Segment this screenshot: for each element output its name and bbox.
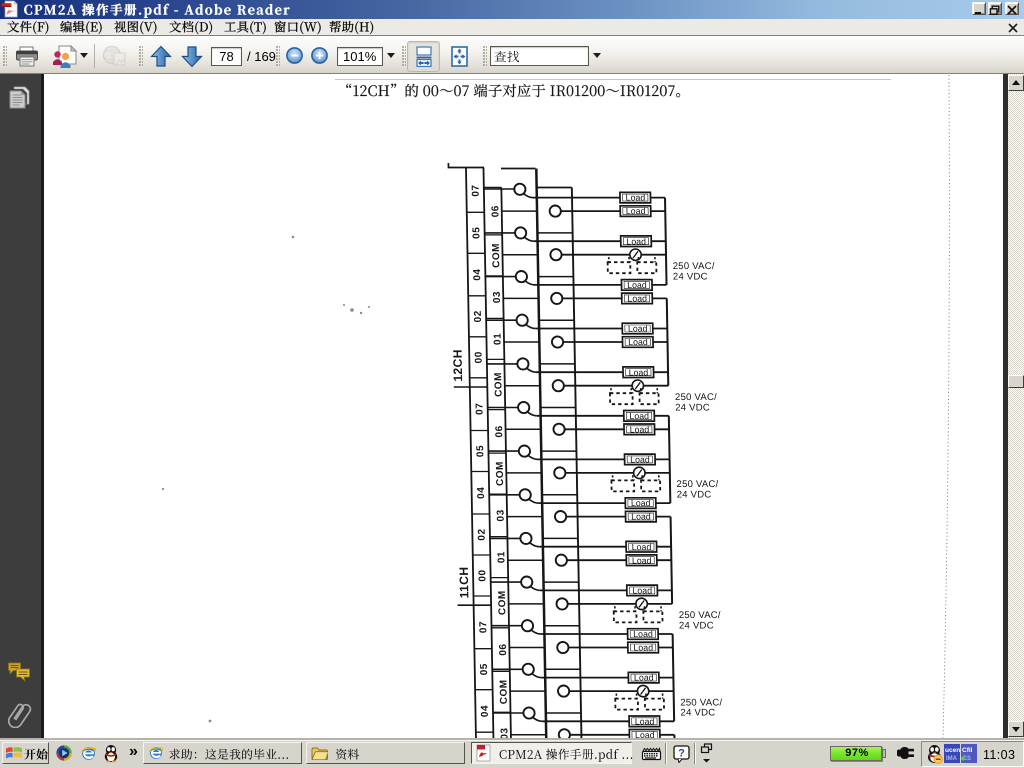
svg-text:06: 06 — [498, 644, 509, 656]
svg-text:00: 00 — [473, 351, 484, 363]
svg-text:Load: Load — [626, 193, 646, 203]
svg-text:07: 07 — [478, 621, 489, 633]
svg-text:06: 06 — [494, 425, 505, 437]
svg-text:Load: Load — [630, 424, 650, 434]
svg-text:04: 04 — [472, 269, 483, 281]
svg-text:COM: COM — [493, 372, 504, 397]
svg-text:Load: Load — [632, 586, 652, 596]
svg-text:Load: Load — [635, 716, 655, 726]
svg-text:02: 02 — [477, 528, 488, 540]
svg-text:Load: Load — [631, 512, 651, 522]
svg-text:Load: Load — [632, 555, 652, 565]
svg-text:07: 07 — [474, 403, 485, 415]
svg-text:24 VDC: 24 VDC — [673, 271, 708, 282]
svg-text:COM: COM — [497, 590, 508, 615]
svg-text:12CH: 12CH — [451, 349, 466, 381]
svg-text:24 VDC: 24 VDC — [680, 708, 715, 719]
svg-text:Load: Load — [630, 455, 650, 465]
svg-text:Load: Load — [626, 206, 646, 216]
svg-text:Load: Load — [632, 542, 652, 552]
svg-text:Load: Load — [634, 673, 654, 683]
svg-text:04: 04 — [480, 705, 491, 717]
svg-text:24 VDC: 24 VDC — [675, 402, 710, 413]
svg-text:Load: Load — [631, 498, 651, 508]
svg-text:COM: COM — [495, 461, 506, 486]
svg-text:03: 03 — [496, 509, 507, 521]
svg-text:Load: Load — [628, 324, 648, 334]
svg-text:05: 05 — [471, 227, 482, 239]
svg-text:Load: Load — [627, 294, 647, 304]
svg-text:250 VAC/: 250 VAC/ — [675, 392, 717, 403]
svg-text:IMA: IMA — [946, 756, 958, 762]
svg-text:02: 02 — [473, 310, 484, 322]
svg-text:250 VAC/: 250 VAC/ — [673, 261, 715, 272]
svg-text:COM: COM — [499, 679, 510, 704]
svg-text:00: 00 — [477, 569, 488, 581]
svg-text:Load: Load — [633, 643, 653, 653]
svg-text:11CH: 11CH — [457, 567, 472, 599]
svg-text:Load: Load — [635, 730, 655, 738]
svg-text:250 VAC/: 250 VAC/ — [676, 479, 718, 490]
svg-text:Load: Load — [626, 236, 646, 246]
svg-text:Cfil: Cfil — [962, 747, 973, 754]
svg-text:07: 07 — [471, 185, 482, 197]
svg-text:250 VAC/: 250 VAC/ — [679, 610, 721, 621]
svg-text:250 VAC/: 250 VAC/ — [680, 697, 722, 708]
svg-text:?: ? — [678, 748, 685, 760]
svg-text:Load: Load — [628, 337, 648, 347]
svg-text:ucen: ucen — [945, 747, 960, 754]
svg-text:01: 01 — [496, 551, 507, 563]
svg-text:24 VDC: 24 VDC — [677, 490, 712, 501]
svg-text:04: 04 — [476, 487, 487, 499]
svg-text:Load: Load — [629, 367, 649, 377]
svg-text:05: 05 — [479, 663, 490, 675]
svg-text:24 VDC: 24 VDC — [679, 621, 714, 632]
svg-text:01: 01 — [492, 333, 503, 345]
svg-text:06: 06 — [490, 205, 501, 217]
svg-text:COM: COM — [491, 243, 502, 268]
svg-text:Load: Load — [627, 280, 647, 290]
svg-text:03: 03 — [499, 728, 510, 738]
svg-text:Load: Load — [633, 629, 653, 639]
svg-text:03: 03 — [492, 291, 503, 303]
svg-text:05: 05 — [475, 445, 486, 457]
svg-text:Load: Load — [629, 411, 649, 421]
